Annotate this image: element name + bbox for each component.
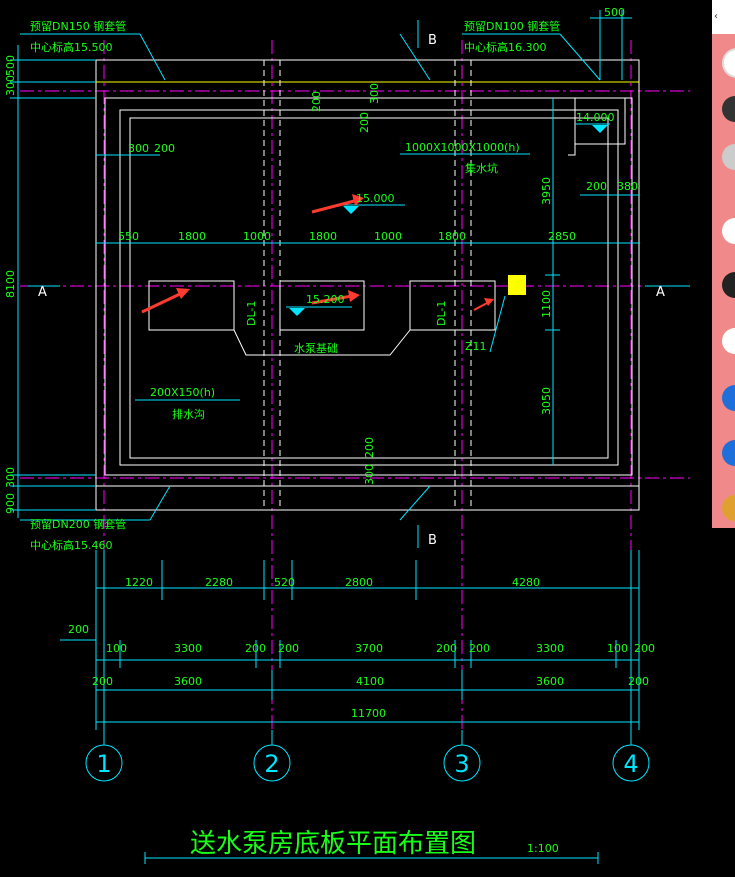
- axis-label-2: 2: [264, 750, 279, 778]
- svg-text:900: 900: [4, 493, 17, 514]
- svg-text:200: 200: [68, 623, 89, 636]
- svg-text:1000: 1000: [243, 230, 271, 243]
- svg-text:1800: 1800: [438, 230, 466, 243]
- svg-text:1100: 1100: [540, 290, 553, 318]
- svg-text:1800: 1800: [309, 230, 337, 243]
- svg-text:200: 200: [358, 112, 371, 133]
- elev-marker-pump: [289, 308, 305, 316]
- panel-avatar-6[interactable]: [722, 328, 735, 354]
- panel-avatar-3[interactable]: [722, 144, 735, 170]
- svg-text:200: 200: [363, 437, 376, 458]
- svg-text:550: 550: [118, 230, 139, 243]
- svg-text:3300: 3300: [536, 642, 564, 655]
- svg-text:200: 200: [436, 642, 457, 655]
- note-dn100: 预留DN100 钢套管: [464, 19, 560, 33]
- section-a-right: A: [656, 285, 665, 300]
- note-dn150-elev: 中心标高15.500: [30, 40, 113, 54]
- svg-text:200: 200: [469, 642, 490, 655]
- svg-text:380: 380: [617, 180, 638, 193]
- panel-avatar-2[interactable]: [722, 96, 735, 122]
- trench-size: 200X150(h): [150, 386, 215, 399]
- svg-text:200: 200: [154, 142, 175, 155]
- axis-bubbles: [85, 730, 650, 782]
- svg-text:200: 200: [634, 642, 655, 655]
- total-dimension: 11700: [351, 707, 386, 720]
- svg-text:4280: 4280: [512, 576, 540, 589]
- axis-label-3: 3: [454, 750, 469, 778]
- column-label: Z11: [465, 340, 487, 353]
- drawing-title: 送水泵房底板平面布置图: [190, 829, 476, 859]
- section-b-bottom: B: [428, 533, 437, 548]
- elev-marker-sump: [592, 125, 608, 133]
- beam-label-left: DL-1: [245, 301, 258, 326]
- svg-text:500: 500: [4, 55, 17, 76]
- svg-text:300: 300: [4, 75, 17, 96]
- svg-text:520: 520: [274, 576, 295, 589]
- note-dn200: 预留DN200 钢套管: [30, 517, 126, 531]
- sump-name: 集水坑: [465, 161, 498, 175]
- pump-base-label: 水泵基础: [294, 342, 338, 355]
- svg-text:300: 300: [368, 83, 381, 104]
- trench-name: 排水沟: [172, 407, 205, 421]
- svg-text:1000: 1000: [374, 230, 402, 243]
- cad-viewport[interactable]: { "drawing": { "title": "送水泵房底板平面布置图", "…: [0, 0, 735, 877]
- note-dn150: 预留DN150 钢套管: [30, 19, 126, 33]
- drawing-scale: 1:100: [527, 842, 559, 855]
- svg-text:100: 100: [106, 642, 127, 655]
- svg-text:3300: 3300: [174, 642, 202, 655]
- panel-avatar-4[interactable]: [722, 218, 735, 244]
- drawing-canvas: 预留DN150 钢套管 中心标高15.500 预留DN100 钢套管 中心标高1…: [4, 6, 690, 864]
- svg-text:200: 200: [245, 642, 266, 655]
- panel-avatar-7[interactable]: [722, 385, 735, 411]
- svg-text:200: 200: [92, 675, 113, 688]
- svg-text:2850: 2850: [548, 230, 576, 243]
- svg-text:200: 200: [278, 642, 299, 655]
- svg-text:3600: 3600: [536, 675, 564, 688]
- section-a-left: A: [38, 285, 47, 300]
- svg-text:1220: 1220: [125, 576, 153, 589]
- svg-text:8100: 8100: [4, 270, 17, 298]
- sump-size: 1000X1000X1000(h): [405, 141, 520, 154]
- section-b-top: B: [428, 33, 437, 48]
- panel-avatar-5[interactable]: [722, 272, 735, 298]
- panel-avatar-1[interactable]: [722, 48, 735, 78]
- svg-text:200: 200: [586, 180, 607, 193]
- axis-label-4: 4: [623, 750, 638, 778]
- note-dn100-elev: 中心标高16.300: [464, 40, 547, 54]
- svg-text:200: 200: [628, 675, 649, 688]
- panel-avatar-8[interactable]: [722, 440, 735, 466]
- svg-text:100: 100: [607, 642, 628, 655]
- svg-text:300: 300: [4, 467, 17, 488]
- svg-text:1800: 1800: [178, 230, 206, 243]
- axis-label-1: 1: [96, 750, 111, 778]
- elev-pump: 15.200: [306, 293, 345, 306]
- svg-text:300: 300: [128, 142, 149, 155]
- collapse-icon[interactable]: ‹: [712, 0, 735, 34]
- svg-text:200: 200: [310, 91, 323, 112]
- elev-slab: 15.000: [356, 192, 395, 205]
- svg-text:500: 500: [604, 6, 625, 19]
- elev-sump: 14.000: [576, 111, 615, 124]
- svg-text:2800: 2800: [345, 576, 373, 589]
- svg-text:300: 300: [363, 464, 376, 485]
- svg-text:3950: 3950: [540, 177, 553, 205]
- dimension-lines: [10, 10, 690, 864]
- column-z11[interactable]: [508, 275, 526, 295]
- note-dn200-elev: 中心标高15.460: [30, 538, 113, 552]
- svg-text:3050: 3050: [540, 387, 553, 415]
- svg-text:2280: 2280: [205, 576, 233, 589]
- side-panel[interactable]: ‹: [712, 0, 735, 528]
- svg-text:3700: 3700: [355, 642, 383, 655]
- elev-marker-slab: [343, 206, 359, 214]
- panel-avatar-9[interactable]: [722, 495, 735, 521]
- svg-text:4100: 4100: [356, 675, 384, 688]
- beam-label-right: DL-1: [435, 301, 448, 326]
- svg-text:3600: 3600: [174, 675, 202, 688]
